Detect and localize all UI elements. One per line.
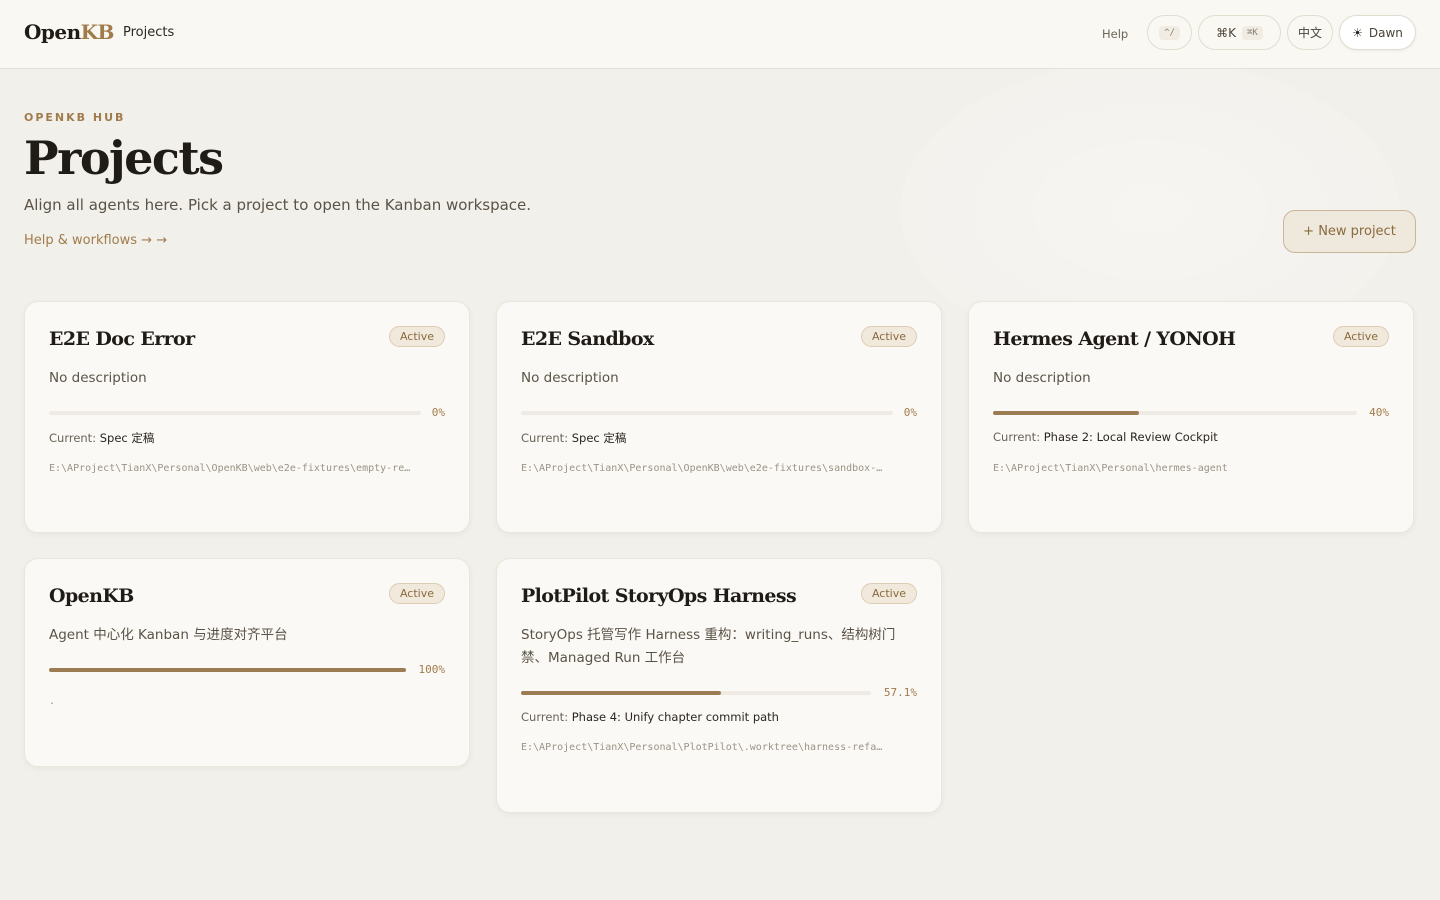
progress-bar	[521, 411, 893, 415]
current-value: Spec 定稿	[571, 431, 627, 445]
progress-fill	[521, 691, 721, 695]
project-card[interactable]: OpenKB Active Agent 中心化 Kanban 与进度对齐平台 1…	[24, 558, 470, 767]
command-palette-button[interactable]: ⌘K ⌘K	[1198, 15, 1281, 50]
status-badge: Active	[860, 326, 917, 347]
current-value: Phase 4: Unify chapter commit path	[571, 710, 779, 724]
command-shortcut-key: ⌘K	[1242, 25, 1263, 40]
status-badge: Active	[860, 583, 917, 604]
language-toggle[interactable]: 中文	[1287, 15, 1333, 50]
nav-projects-link[interactable]: Projects	[123, 25, 174, 40]
project-card[interactable]: E2E Doc Error Active No description 0% C…	[24, 301, 470, 533]
current-phase: Current: Phase 4: Unify chapter commit p…	[521, 710, 779, 724]
progress-percent: 40%	[1369, 406, 1389, 419]
sun-icon: ☀	[1352, 25, 1363, 40]
project-card[interactable]: E2E Sandbox Active No description 0% Cur…	[496, 301, 942, 533]
page-subtitle: Align all agents here. Pick a project to…	[24, 196, 532, 214]
theme-toggle[interactable]: ☀ Dawn	[1339, 15, 1416, 50]
new-project-button[interactable]: + New project	[1283, 210, 1416, 253]
current-label: Current:	[521, 710, 569, 724]
project-description: StoryOps 托管写作 Harness 重构：writing_runs、结构…	[521, 627, 896, 666]
project-name: PlotPilot StoryOps Harness	[521, 585, 797, 607]
project-name: E2E Sandbox	[521, 328, 654, 350]
theme-label: Dawn	[1368, 25, 1403, 40]
project-name: Hermes Agent / YONOH	[993, 328, 1236, 350]
current-phase: Current: Phase 2: Local Review Cockpit	[993, 430, 1218, 444]
progress-percent: 100%	[418, 663, 446, 676]
progress-percent: 57.1%	[883, 686, 917, 699]
project-card[interactable]: Hermes Agent / YONOH Active No descripti…	[968, 301, 1414, 533]
shortcut-key: ^/	[1159, 25, 1180, 40]
project-path: E:\AProject\TianX\Personal\hermes-agent	[993, 463, 1228, 474]
current-phase: Current: Spec 定稿	[521, 430, 626, 446]
eyebrow-label: OPENKB HUB	[24, 111, 126, 124]
project-path: E:\AProject\TianX\Personal\OpenKB\web\e2…	[521, 463, 883, 474]
project-description: No description	[993, 370, 1091, 386]
nav-help-link[interactable]: Help	[1102, 27, 1128, 41]
progress-bar	[49, 668, 406, 672]
help-workflows-link[interactable]: Help & workflows → →	[24, 233, 167, 248]
project-path: E:\AProject\TianX\Personal\OpenKB\web\e2…	[49, 463, 411, 474]
top-bar: OpenKB Projects Help ^/ ⌘K ⌘K 中文 ☀ Dawn	[0, 0, 1440, 69]
current-value: Phase 2: Local Review Cockpit	[1043, 430, 1218, 444]
status-badge: Active	[388, 583, 445, 604]
app-logo[interactable]: OpenKB	[24, 20, 114, 44]
status-badge: Active	[388, 326, 445, 347]
project-card[interactable]: PlotPilot StoryOps Harness Active StoryO…	[496, 558, 942, 813]
progress-fill	[993, 411, 1139, 415]
progress-bar	[993, 411, 1357, 415]
progress-percent: 0%	[431, 406, 445, 419]
progress-fill	[49, 668, 406, 672]
project-description: No description	[49, 370, 147, 386]
project-path: .	[49, 696, 56, 707]
project-path: E:\AProject\TianX\Personal\PlotPilot\.wo…	[521, 742, 883, 753]
current-value: Spec 定稿	[99, 431, 155, 445]
shortcut-help-button[interactable]: ^/	[1147, 15, 1192, 50]
project-name: OpenKB	[49, 585, 134, 607]
progress-bar	[49, 411, 421, 415]
project-description: No description	[521, 370, 619, 386]
current-label: Current:	[993, 430, 1041, 444]
project-description: Agent 中心化 Kanban 与进度对齐平台	[49, 627, 288, 643]
current-label: Current:	[49, 431, 97, 445]
status-badge: Active	[1332, 326, 1389, 347]
progress-percent: 0%	[903, 406, 917, 419]
project-name: E2E Doc Error	[49, 328, 195, 350]
current-label: Current:	[521, 431, 569, 445]
progress-bar	[521, 691, 871, 695]
command-icon: ⌘K	[1216, 25, 1237, 40]
current-phase: Current: Spec 定稿	[49, 430, 154, 446]
page-title: Projects	[24, 131, 224, 185]
